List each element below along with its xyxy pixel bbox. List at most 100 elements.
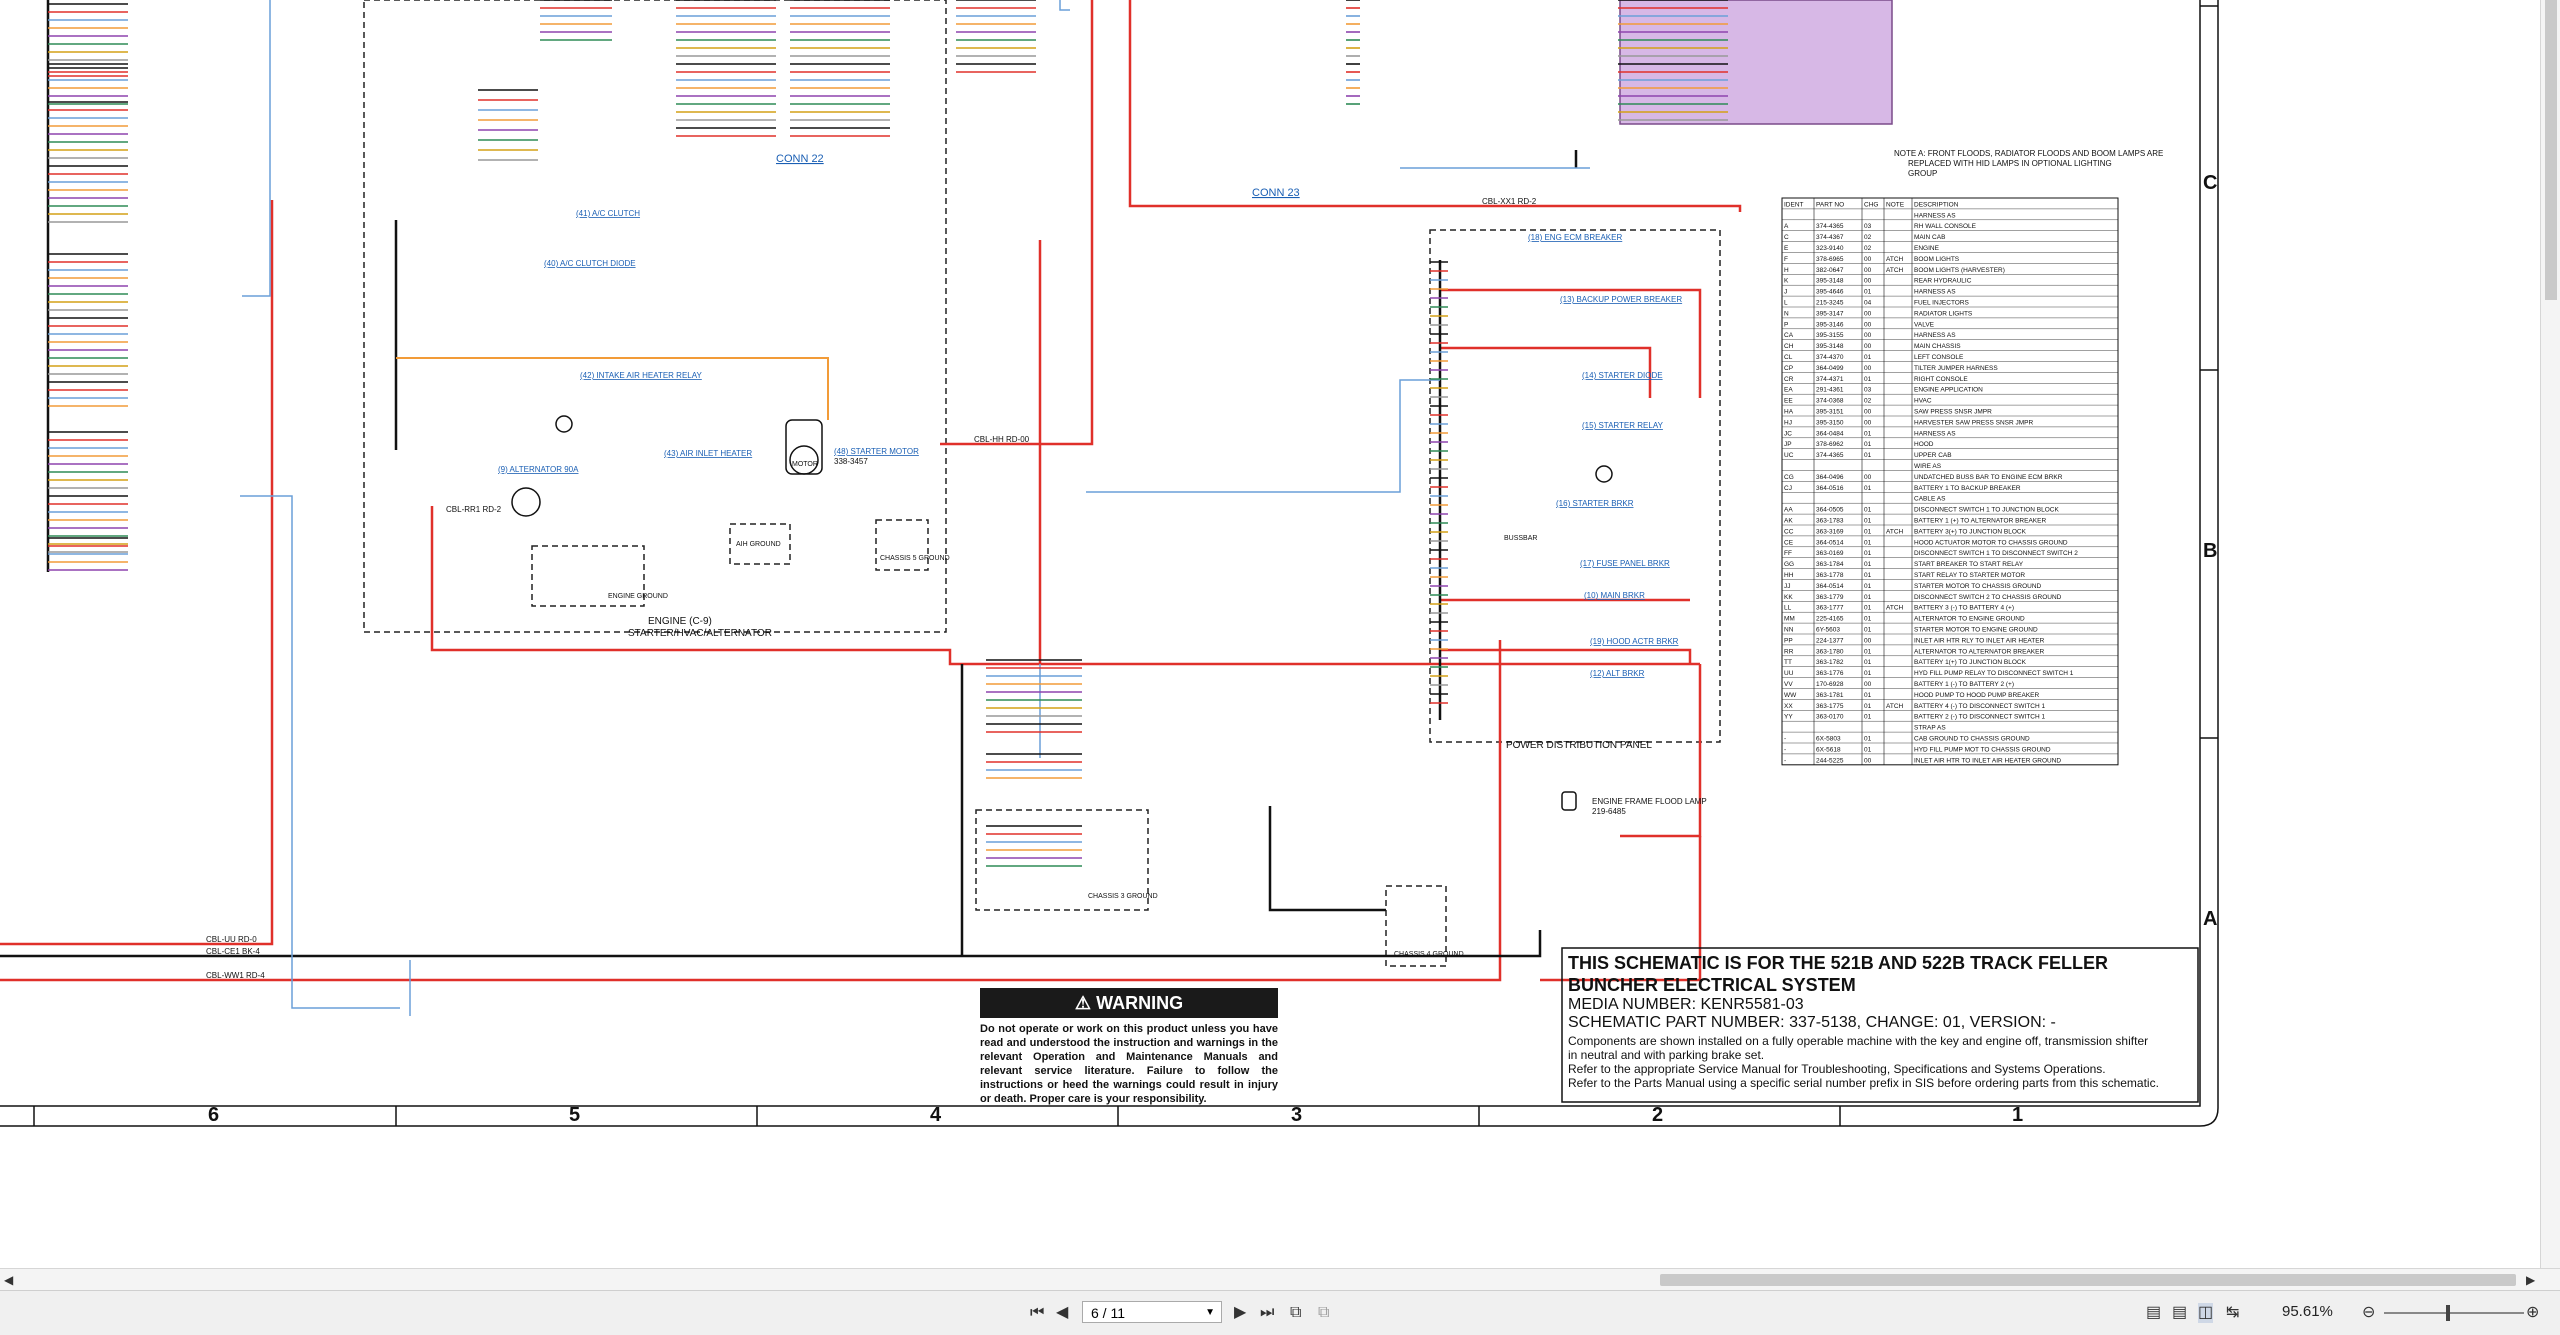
ac-clutch-label: (41) A/C CLUTCH <box>576 209 640 218</box>
zoom-level[interactable]: 95.61% <box>2282 1303 2333 1320</box>
table-header-cell: IDENT <box>1784 201 1804 208</box>
table-cell: 03 <box>1864 387 1872 394</box>
table-cell: CL <box>1784 354 1793 361</box>
table-cell: 00 <box>1864 474 1872 481</box>
part-table: IDENT PART NO CHG NOTE DESCRIPTION HARNESS AS… <box>1781 197 2119 766</box>
table-cell: EA <box>1784 387 1793 394</box>
table-cell: JP <box>1784 441 1792 448</box>
table-cell: JJ <box>1784 583 1791 590</box>
table-cell: 01 <box>1864 627 1872 634</box>
table-cell: 363-1779 <box>1816 594 1844 601</box>
main-brkr-label: (10) MAIN BRKR <box>1584 591 1645 600</box>
table-cell: HYD FILL PUMP MOT TO CHASSIS GROUND <box>1914 746 2051 753</box>
table-cell: CA <box>1784 332 1794 339</box>
zoom-out-icon[interactable]: ⊖ <box>2362 1303 2375 1323</box>
fit-width-icon[interactable]: ↹ <box>2226 1303 2239 1323</box>
engine-box <box>363 0 947 633</box>
two-page-alt-icon[interactable]: ⧉ <box>1318 1303 1329 1323</box>
pdp-label: POWER DISTRIBUTION PANEL <box>1506 740 1652 751</box>
table-cell: HYD FILL PUMP RELAY TO DISCONNECT SWITCH… <box>1914 670 2074 677</box>
table-cell: HARVESTER SAW PRESS SNSR JMPR <box>1914 419 2033 426</box>
motor-label: MOTOR <box>792 461 818 468</box>
table-cell: 395-3155 <box>1816 332 1844 339</box>
prev-page-icon[interactable]: ◀ <box>1056 1303 1068 1323</box>
facing-page-icon[interactable]: ◫ <box>2198 1303 2214 1323</box>
red-wires <box>0 0 1742 982</box>
next-page-icon[interactable]: ▶ <box>1234 1303 1246 1323</box>
table-cell: DISCONNECT SWITCH 2 TO CHASSIS GROUND <box>1914 594 2062 601</box>
table-cell: 04 <box>1864 300 1872 307</box>
table-cell: BATTERY 1 TO BACKUP BREAKER <box>1914 485 2021 492</box>
table-cell: BOOM LIGHTS <box>1914 256 1960 263</box>
table-cell: RR <box>1784 648 1794 655</box>
table-cell: LEFT CONSOLE <box>1914 354 1964 361</box>
table-cell: 374-4367 <box>1816 234 1844 241</box>
table-cell: 364-0514 <box>1816 539 1844 546</box>
table-cell: 00 <box>1864 681 1872 688</box>
flood-lamp-icon <box>1561 791 1577 811</box>
table-cell: MAIN CAB <box>1914 234 1945 241</box>
pdf-toolbar: ⏮ ◀ 6 / 11 ▼ ▶ ⏭ ⧉ ⧉ ▤ ▤ ◫ ↹ 95.61% ⊖ ⊕ <box>0 1290 2560 1335</box>
scroll-right-icon[interactable]: ▶ <box>2526 1270 2535 1290</box>
horizontal-scrollbar[interactable]: ◀ ▶ <box>0 1268 2560 1291</box>
table-cell: 00 <box>1864 332 1872 339</box>
table-cell: 01 <box>1864 594 1872 601</box>
table-cell: ALTERNATOR TO ENGINE GROUND <box>1914 616 2025 623</box>
table-cell: ATCH <box>1886 703 1904 710</box>
table-cell: - <box>1784 746 1786 753</box>
first-page-icon[interactable]: ⏮ <box>1030 1303 1044 1323</box>
table-cell: STARTER MOTOR TO CHASSIS GROUND <box>1914 583 2042 590</box>
table-cell: 01 <box>1864 670 1872 677</box>
intake-relay-label: (42) INTAKE AIR HEATER RELAY <box>580 371 702 380</box>
table-cell: 363-1776 <box>1816 670 1844 677</box>
single-page-icon[interactable]: ▤ <box>2146 1303 2161 1323</box>
starter-motor-pn: 338-3457 <box>834 457 868 466</box>
zoom-in-icon[interactable]: ⊕ <box>2526 1303 2539 1323</box>
table-cell: HJ <box>1784 419 1792 426</box>
table-cell: 395-3148 <box>1816 343 1844 350</box>
table-cell: - <box>1784 736 1786 743</box>
harness-box <box>1619 0 1893 125</box>
table-cell: ATCH <box>1886 605 1904 612</box>
table-cell: 395-3150 <box>1816 419 1844 426</box>
table-cell: 395-4646 <box>1816 289 1844 296</box>
table-cell: 6Y-5603 <box>1816 627 1840 634</box>
vertical-scrollbar[interactable] <box>2540 0 2560 1268</box>
table-cell: HH <box>1784 572 1794 579</box>
table-cell: 00 <box>1864 757 1872 764</box>
busbar-label: BUSSBAR <box>1504 535 1537 542</box>
scroll-left-icon[interactable]: ◀ <box>4 1270 13 1290</box>
table-cell: CABLE AS <box>1914 496 1946 503</box>
table-cell: STRAP AS <box>1914 725 1946 732</box>
table-cell: 364-0496 <box>1816 474 1844 481</box>
table-cell: VALVE <box>1914 321 1935 328</box>
table-cell: 00 <box>1864 365 1872 372</box>
last-page-icon[interactable]: ⏭ <box>1260 1303 1274 1323</box>
flood-lamp-pn: 219-6485 <box>1592 807 1626 816</box>
zoom-slider[interactable] <box>2384 1312 2524 1314</box>
table-cell: 6X-5618 <box>1816 746 1841 753</box>
continuous-page-icon[interactable]: ▤ <box>2172 1303 2187 1323</box>
table-cell: 00 <box>1864 256 1872 263</box>
zoom-slider-handle[interactable] <box>2446 1305 2450 1321</box>
table-cell: 01 <box>1864 518 1872 525</box>
table-cell: HARNESS AS <box>1914 430 1956 437</box>
aih-ground-label: AIH GROUND <box>736 541 781 548</box>
table-cell: DISCONNECT SWITCH 1 TO JUNCTION BLOCK <box>1914 507 2059 514</box>
table-cell: KK <box>1784 594 1793 601</box>
table-cell: 363-1781 <box>1816 692 1844 699</box>
table-cell: FF <box>1784 550 1792 557</box>
table-cell: 01 <box>1864 714 1872 721</box>
table-cell: MAIN CHASSIS <box>1914 343 1961 350</box>
table-cell: REAR HYDRAULIC <box>1914 278 1972 285</box>
horizontal-scroll-thumb[interactable] <box>1660 1274 2516 1286</box>
two-page-icon[interactable]: ⧉ <box>1290 1303 1301 1323</box>
page-number-field[interactable]: 6 / 11 ▼ <box>1082 1301 1222 1323</box>
vertical-scroll-thumb[interactable] <box>2545 0 2557 300</box>
chevron-down-icon[interactable]: ▼ <box>1205 1302 1215 1324</box>
table-cell: 378-6962 <box>1816 441 1844 448</box>
table-cell: 01 <box>1864 485 1872 492</box>
wire-rr1-label: CBL-RR1 RD-2 <box>446 505 502 514</box>
wire-hh-label: CBL-HH RD-00 <box>974 435 1030 444</box>
alt-brkr-label: (12) ALT BRKR <box>1590 669 1645 678</box>
